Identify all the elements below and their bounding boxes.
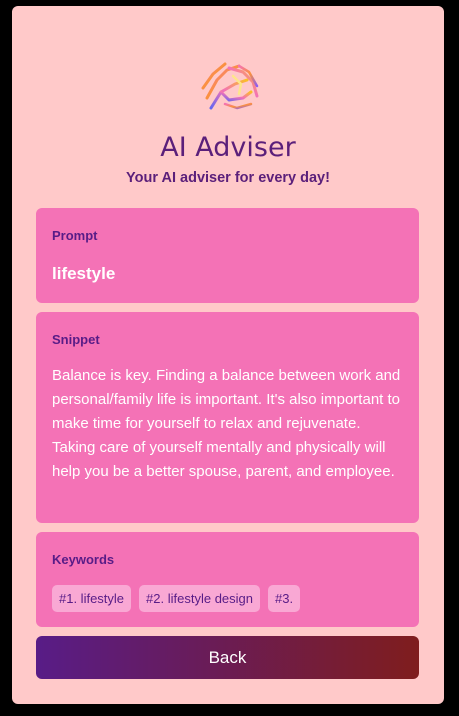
snippet-label: Snippet	[52, 332, 100, 347]
back-button[interactable]: Back	[36, 636, 419, 679]
prompt-label: Prompt	[52, 228, 98, 243]
prompt-value: lifestyle	[52, 264, 116, 283]
app-title: AI Adviser	[160, 132, 296, 163]
hand-logo-icon	[199, 58, 263, 118]
adviser-card: AI Adviser Your AI adviser for every day…	[12, 6, 444, 704]
keyword-chip-2[interactable]: #2. lifestyle design	[139, 585, 260, 612]
keywords-panel: Keywords #1. lifestyle #2. lifestyle des…	[36, 532, 419, 627]
snippet-text: Balance is key. Finding a balance betwee…	[52, 367, 401, 480]
keyword-list: #1. lifestyle #2. lifestyle design #3.	[52, 585, 301, 612]
keywords-label: Keywords	[52, 552, 115, 567]
snippet-panel: Snippet Balance is key. Finding a balanc…	[36, 312, 419, 523]
keyword-chip-3[interactable]: #3.	[268, 585, 301, 612]
prompt-panel: Prompt lifestyle	[36, 208, 419, 303]
keyword-chip-1[interactable]: #1. lifestyle	[52, 585, 132, 612]
app-subtitle: Your AI adviser for every day!	[126, 170, 330, 186]
